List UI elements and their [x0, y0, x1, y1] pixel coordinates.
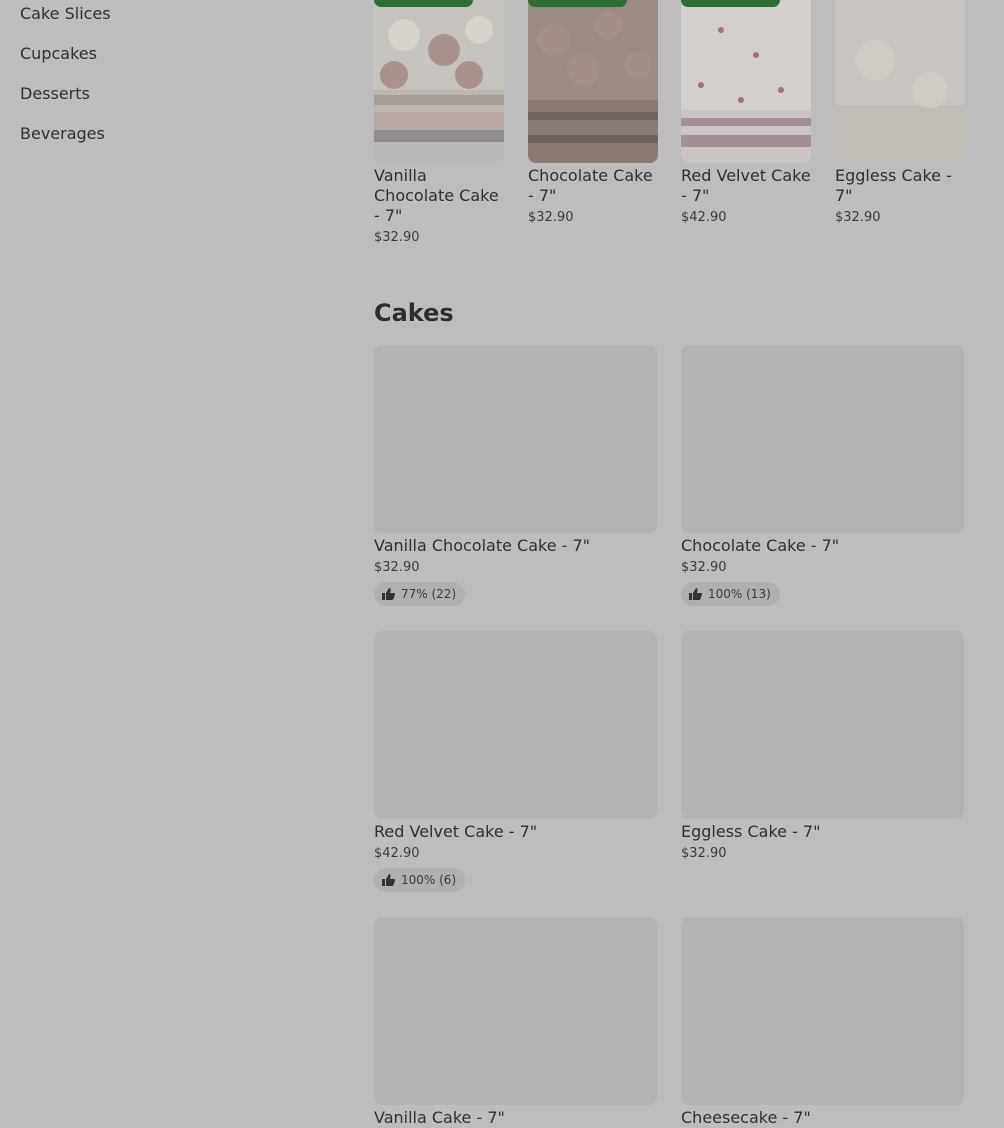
- rating-badge: 100% (13): [681, 582, 780, 606]
- thumbs-up-icon: [689, 588, 702, 600]
- product-price: $32.90: [681, 846, 727, 861]
- rating-badge: 77% (22): [374, 582, 466, 606]
- product-name: Vanilla Cake - 7": [374, 1108, 505, 1127]
- cake-illustration: [528, 0, 658, 163]
- featured-card-chocolate[interactable]: Chocolate Cake - 7" $32.90: [528, 0, 658, 228]
- eggless-cake-photo[interactable]: [835, 0, 965, 163]
- section-title-cakes: Cakes: [374, 299, 454, 327]
- cake-illustration: [835, 0, 965, 163]
- product-card[interactable]: Chocolate Cake - 7" $32.90 100% (13): [681, 345, 964, 606]
- product-name: Cheesecake - 7": [681, 1108, 811, 1127]
- featured-price: $42.90: [681, 210, 727, 225]
- category-sidebar: Cake Slices Cupcakes Desserts Beverages: [20, 0, 320, 164]
- product-price: $32.90: [374, 560, 420, 575]
- featured-tag: [681, 0, 780, 7]
- product-image-placeholder[interactable]: [681, 917, 964, 1105]
- product-card[interactable]: Cheesecake - 7": [681, 917, 964, 1128]
- product-image-placeholder[interactable]: [374, 631, 657, 819]
- product-name: Eggless Cake - 7": [681, 822, 821, 841]
- red-velvet-cake-photo[interactable]: [681, 0, 811, 163]
- product-card[interactable]: Vanilla Cake - 7": [374, 917, 657, 1128]
- featured-price: $32.90: [835, 210, 881, 225]
- sidebar-item-beverages[interactable]: Beverages: [20, 124, 320, 144]
- featured-tag: [528, 0, 627, 7]
- featured-name: Chocolate Cake - 7": [528, 166, 653, 205]
- product-image-placeholder[interactable]: [681, 345, 964, 533]
- sidebar-item-cupcakes[interactable]: Cupcakes: [20, 44, 320, 64]
- featured-card-eggless[interactable]: Eggless Cake - 7" $32.90: [835, 0, 965, 228]
- rating-badge: 100% (6): [374, 868, 466, 892]
- cake-illustration: [681, 0, 811, 163]
- featured-tag: [374, 0, 473, 7]
- product-image-placeholder[interactable]: [374, 917, 657, 1105]
- featured-name: Eggless Cake - 7": [835, 166, 952, 205]
- sidebar-item-cake-slices[interactable]: Cake Slices: [20, 4, 320, 24]
- product-name: Red Velvet Cake - 7": [374, 822, 538, 841]
- thumbs-up-icon: [382, 874, 395, 886]
- vanilla-chocolate-cake-photo[interactable]: [374, 0, 504, 163]
- rating-text: 77% (22): [401, 587, 457, 601]
- featured-name: Red Velvet Cake - 7": [681, 166, 811, 205]
- cake-illustration: [374, 0, 504, 163]
- product-price: $42.90: [374, 846, 420, 861]
- rating-text: 100% (6): [401, 873, 457, 887]
- featured-card-vanilla-chocolate[interactable]: Vanilla Chocolate Cake - 7" $32.90: [374, 0, 504, 248]
- featured-price: $32.90: [528, 210, 574, 225]
- featured-price: $32.90: [374, 230, 420, 245]
- sidebar-item-desserts[interactable]: Desserts: [20, 84, 320, 104]
- product-name: Vanilla Chocolate Cake - 7": [374, 536, 591, 555]
- chocolate-cake-photo[interactable]: [528, 0, 658, 163]
- product-image-placeholder[interactable]: [681, 631, 964, 819]
- product-image-placeholder[interactable]: [374, 345, 657, 533]
- product-card[interactable]: Red Velvet Cake - 7" $42.90 100% (6): [374, 631, 657, 892]
- product-card[interactable]: Vanilla Chocolate Cake - 7" $32.90 77% (…: [374, 345, 657, 606]
- featured-name: Vanilla Chocolate Cake - 7": [374, 166, 499, 225]
- rating-text: 100% (13): [708, 587, 771, 601]
- product-price: $32.90: [681, 560, 727, 575]
- product-name: Chocolate Cake - 7": [681, 536, 840, 555]
- featured-card-red-velvet[interactable]: Red Velvet Cake - 7" $42.90: [681, 0, 811, 228]
- thumbs-up-icon: [382, 588, 395, 600]
- featured-carousel: Vanilla Chocolate Cake - 7" $32.90 Choco…: [374, 0, 965, 260]
- product-card[interactable]: Eggless Cake - 7" $32.90: [681, 631, 964, 864]
